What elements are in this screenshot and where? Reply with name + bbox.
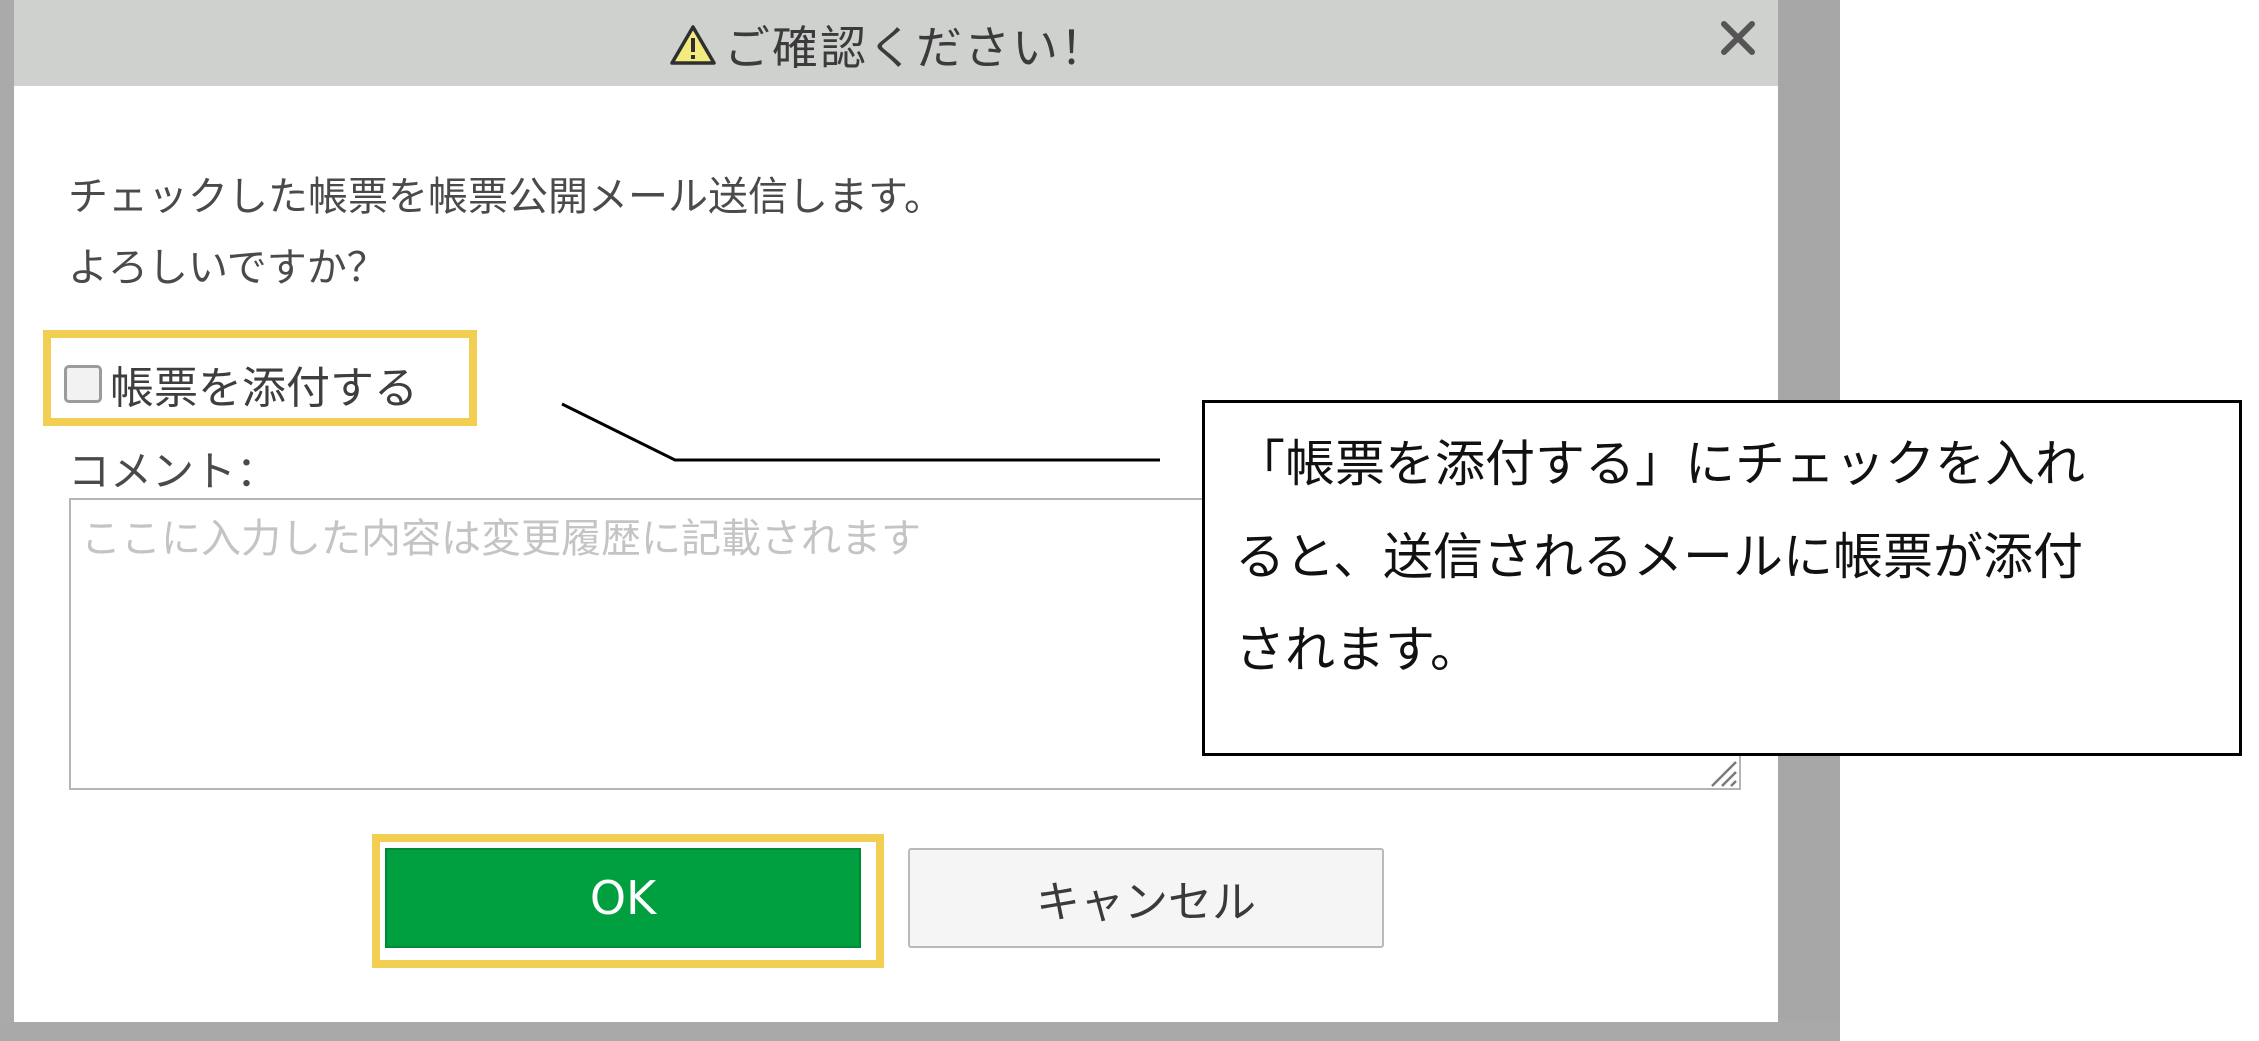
annotation-line: 「帳票を添付する」にチェックを入れ [1235,435,2085,493]
cancel-button[interactable]: キャンセル [908,848,1384,948]
attach-checkbox-row[interactable]: 帳票を添付する [64,352,418,416]
message-line: よろしいですか？ [68,245,387,291]
backdrop-bottom [0,1022,1840,1041]
message-line: チェックした帳票を帳票公開メール送信します。 [68,174,944,220]
resize-grip-icon[interactable] [1704,756,1738,788]
attach-checkbox-label[interactable]: 帳票を添付する [110,352,418,416]
comment-label: コメント： [68,447,279,496]
confirm-message: チェックした帳票を帳票公開メール送信します。 よろしいですか？ [68,162,944,304]
backdrop-left [0,0,14,1041]
close-button[interactable] [1710,12,1766,68]
dialog-title: ご確認ください！ [724,21,1108,75]
dialog-titlebar: ご確認ください！ [14,0,1778,86]
annotation-callout: 「帳票を添付する」にチェックを入れ ると、送信されるメールに帳票が添付 されます… [1202,400,2242,756]
annotation-line: ると、送信されるメールに帳票が添付 [1235,528,2083,586]
dialog-title-group: ご確認ください！ [670,10,1108,80]
ok-button[interactable]: OK [385,848,861,948]
annotation-line: されます。 [1235,621,1480,679]
attach-checkbox[interactable] [64,365,102,403]
warning-icon [670,24,716,66]
close-icon [1718,18,1758,62]
